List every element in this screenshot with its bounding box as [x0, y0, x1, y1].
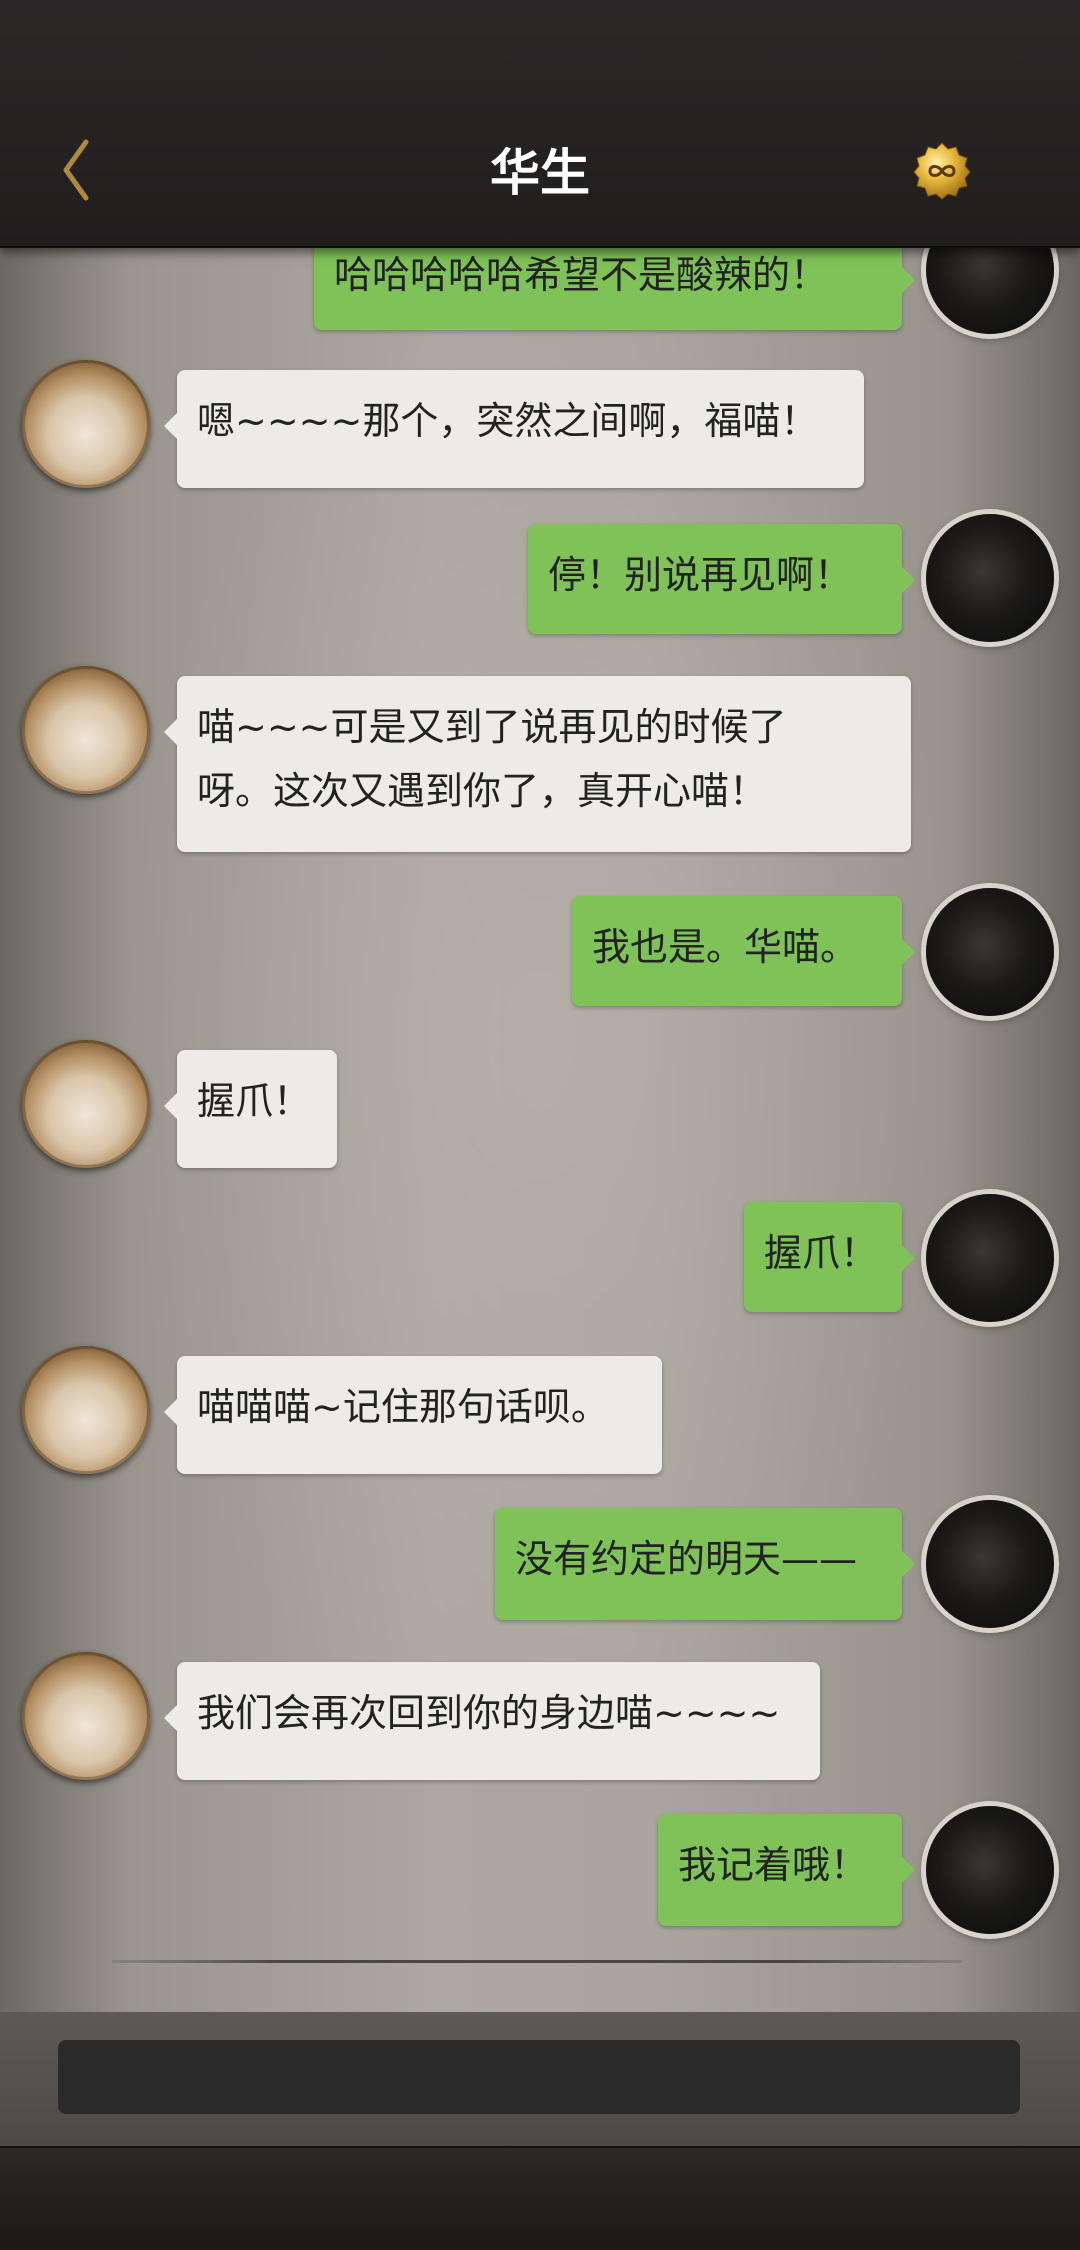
message-text: 喵喵喵~记住那句话呗。	[197, 1385, 609, 1429]
message-bubble: 哈哈哈哈哈希望不是酸辣的！	[314, 246, 915, 330]
message-text: 我记着哦！	[678, 1843, 869, 1887]
message-text: 嗯~~~~那个，突然之间啊，福喵！	[197, 399, 819, 443]
message-text: 握爪！	[764, 1231, 879, 1275]
message-bubble: 嗯~~~~那个，突然之间啊，福喵！	[164, 370, 864, 488]
message-bubble: 我记着哦！	[658, 1814, 915, 1926]
cat-avatar[interactable]	[22, 360, 150, 488]
message-bubble: 停！别说再见啊！	[528, 524, 915, 634]
app-header: 华生	[0, 0, 1080, 248]
message-text: 停！别说再见啊！	[548, 553, 853, 597]
message-bubble: 没有约定的明天——	[495, 1508, 915, 1620]
input-bar	[0, 2012, 1080, 2146]
cat-avatar[interactable]	[22, 1346, 150, 1474]
cat-avatar[interactable]	[22, 666, 150, 794]
message-text-line: 喵~~~可是又到了说再见的时候了	[197, 705, 787, 749]
user-avatar[interactable]	[926, 1806, 1054, 1934]
message-bubble: 握爪！	[744, 1202, 915, 1312]
message-bubble: 我们会再次回到你的身边喵~~~~	[164, 1662, 820, 1780]
user-avatar[interactable]	[926, 1194, 1054, 1322]
cat-avatar[interactable]	[22, 1040, 150, 1168]
message-text: 握爪！	[197, 1079, 312, 1123]
message-text: 没有约定的明天——	[515, 1537, 858, 1581]
message-input[interactable]	[58, 2040, 1020, 2114]
message-bubble: 喵喵喵~记住那句话呗。	[164, 1356, 662, 1474]
chat-area[interactable]: 哈哈哈哈哈希望不是酸辣的！ 嗯~~~~那个，突然之间啊，福喵！ 停！别说再见啊！…	[0, 246, 1080, 2012]
user-avatar[interactable]	[926, 888, 1054, 1016]
divider	[112, 1960, 962, 1963]
chevron-left-icon	[63, 139, 89, 201]
page-title: 华生	[490, 143, 590, 202]
user-avatar[interactable]	[926, 246, 1054, 334]
message-bubble: 我也是。华喵。	[572, 896, 915, 1006]
message-text: 我们会再次回到你的身边喵~~~~	[197, 1691, 781, 1735]
message-bubble: 喵~~~可是又到了说再见的时候了 呀。这次又遇到你了，真开心喵！	[164, 676, 911, 852]
infinity-badge-icon	[913, 142, 971, 200]
back-button[interactable]	[48, 130, 118, 210]
cat-avatar[interactable]	[22, 1652, 150, 1780]
message-bubble: 握爪！	[164, 1050, 337, 1168]
user-avatar[interactable]	[926, 1500, 1054, 1628]
infinity-badge-button[interactable]	[912, 141, 972, 201]
message-text: 哈哈哈哈哈希望不是酸辣的！	[334, 253, 829, 297]
message-text-line: 呀。这次又遇到你了，真开心喵！	[197, 769, 768, 813]
bottom-bar	[0, 2146, 1080, 2250]
message-text: 我也是。华喵。	[592, 925, 859, 969]
user-avatar[interactable]	[926, 514, 1054, 642]
